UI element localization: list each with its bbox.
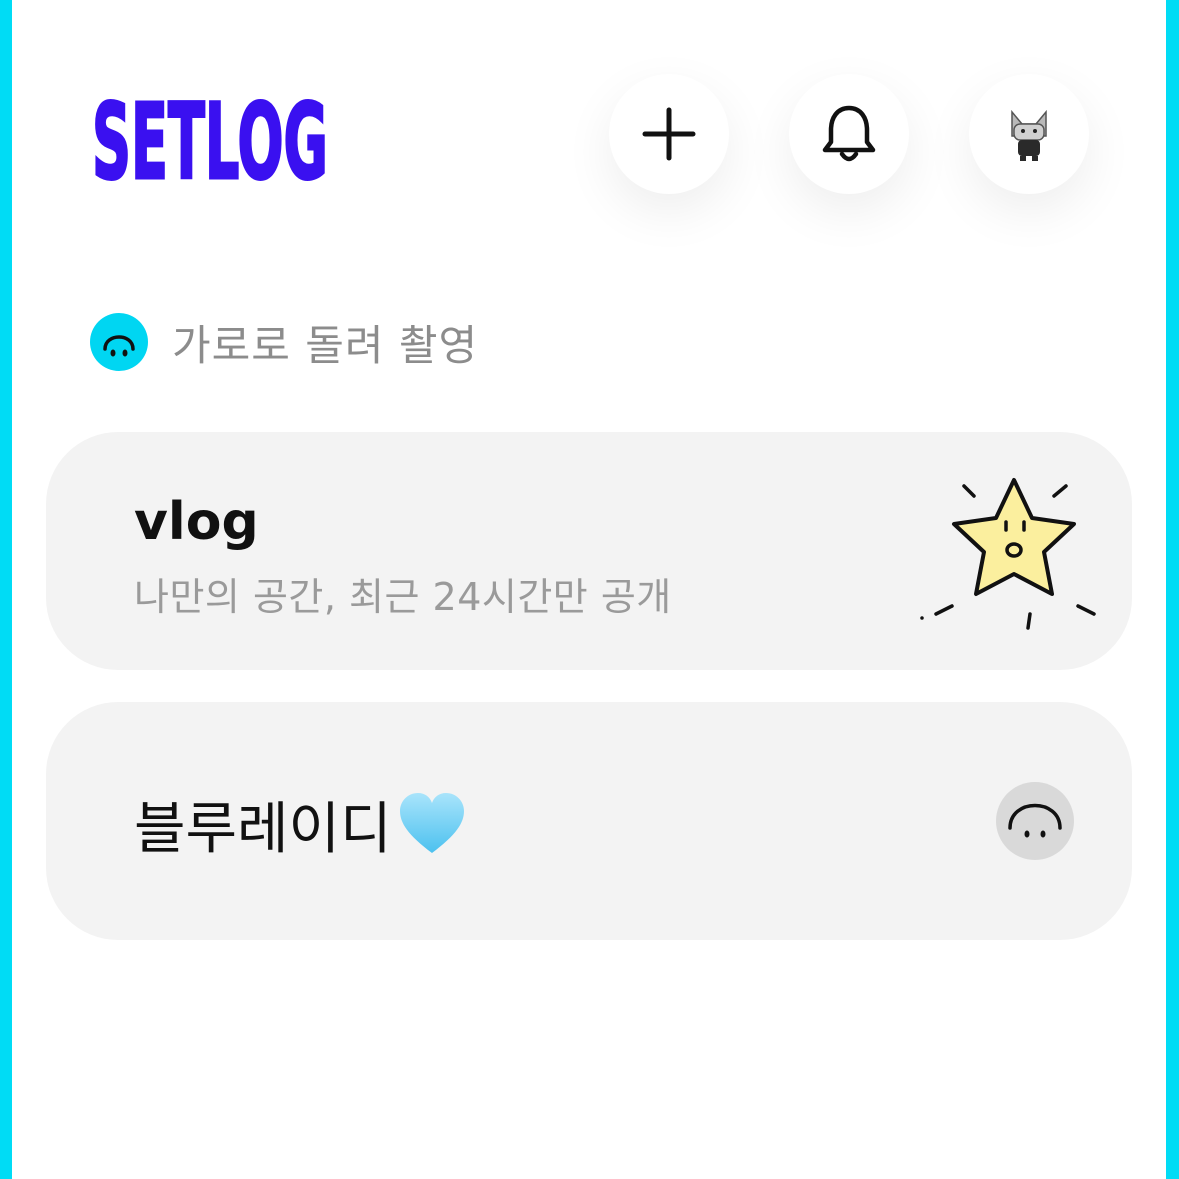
rotate-hint: 가로로 돌려 촬영: [90, 312, 478, 372]
bluelady-card[interactable]: 블루레이디: [46, 702, 1132, 940]
card-title: 블루레이디: [134, 797, 392, 862]
plus-icon: [642, 107, 696, 161]
logo-text: SETLOG: [92, 84, 328, 184]
bell-icon: [822, 105, 876, 162]
setlog-logo: SETLOG: [92, 84, 330, 184]
app-screen: SETLOG 가로로 돌려 촬영 vlog 나만의 공간, 최근 24시간만 공…: [12, 0, 1166, 1179]
notification-button[interactable]: [789, 74, 909, 194]
light-blue-heart-icon: [399, 792, 464, 853]
rotate-hint-text: 가로로 돌려 촬영: [172, 320, 479, 370]
vlog-card[interactable]: vlog 나만의 공간, 최근 24시간만 공개: [46, 432, 1132, 670]
cat-avatar-icon: [1011, 109, 1047, 161]
card-title-row: 블루레이디: [134, 784, 466, 865]
star-sticker-icon: [920, 478, 1096, 630]
upside-down-face-icon: [996, 782, 1074, 860]
add-button[interactable]: [609, 74, 729, 194]
card-subtitle: 나만의 공간, 최근 24시간만 공개: [134, 575, 672, 619]
card-title: vlog: [134, 492, 259, 552]
upside-down-face-icon: [90, 313, 148, 371]
profile-button[interactable]: [969, 74, 1089, 194]
